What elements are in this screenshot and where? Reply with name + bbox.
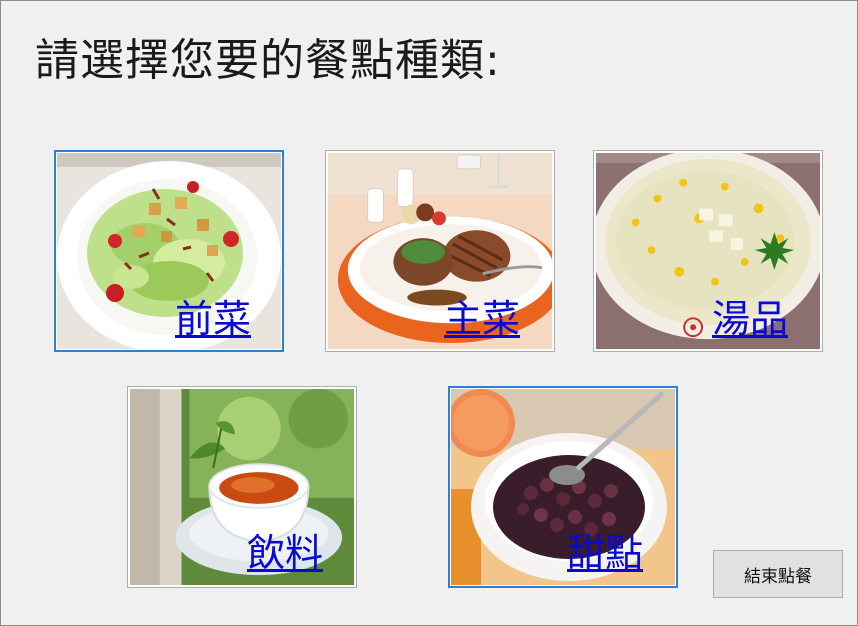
soup-link[interactable]: 湯品 [712, 297, 788, 341]
end-order-button[interactable]: 結束點餐 [713, 550, 843, 598]
main-course-link[interactable]: 主菜 [444, 297, 520, 341]
dessert-link[interactable]: 甜點 [567, 531, 643, 575]
drink-link[interactable]: 飲料 [247, 531, 323, 575]
soup-tile[interactable] [593, 150, 823, 352]
dessert-tile[interactable] [448, 386, 678, 588]
main-course-tile[interactable] [325, 150, 555, 352]
appetizer-link[interactable]: 前菜 [175, 297, 251, 341]
page-title: 請選擇您要的餐點種類: [35, 35, 501, 86]
app-window: 請選擇您要的餐點種類: 前菜 主菜 湯品 飲料 甜點 結束點餐 [0, 0, 858, 626]
